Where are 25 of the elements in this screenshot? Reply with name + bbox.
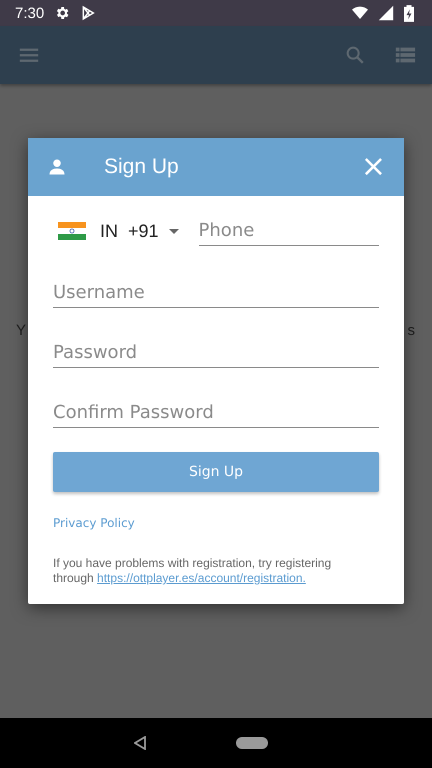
back-icon[interactable]: [134, 736, 146, 750]
signal-icon: [378, 5, 394, 21]
caret-icon: [168, 228, 179, 234]
user-icon: [48, 158, 66, 176]
input-field[interactable]: Username: [53, 278, 379, 308]
sign-up-button[interactable]: Sign Up: [53, 452, 379, 492]
dialog-title: Sign Up: [104, 155, 179, 179]
battery-icon: [404, 4, 414, 22]
input-field[interactable]: Password: [53, 338, 379, 368]
gear-icon: [54, 5, 70, 21]
background-text: s: [408, 322, 415, 339]
phone-field[interactable]: Phone: [198, 216, 379, 246]
close-button[interactable]: ×: [356, 152, 390, 182]
wifi-icon: [352, 5, 368, 21]
input-field[interactable]: Confirm Password: [53, 398, 379, 428]
home-button[interactable]: [236, 737, 268, 749]
flag-icon: [58, 222, 86, 240]
help-text: If you have problems with registration, try registering through https://ottplayer.es/account/registration.: [53, 556, 332, 586]
background-text: Y: [16, 322, 26, 339]
play-store-icon: [80, 5, 96, 21]
country-code-dropdown[interactable]: IN +91: [100, 220, 179, 242]
clock: 7:30: [15, 4, 44, 22]
registration-link[interactable]: https://ottplayer.es/account/registration.: [97, 571, 306, 585]
search-icon[interactable]: [344, 44, 366, 66]
privacy-policy-link[interactable]: Privacy Policy: [53, 516, 135, 530]
